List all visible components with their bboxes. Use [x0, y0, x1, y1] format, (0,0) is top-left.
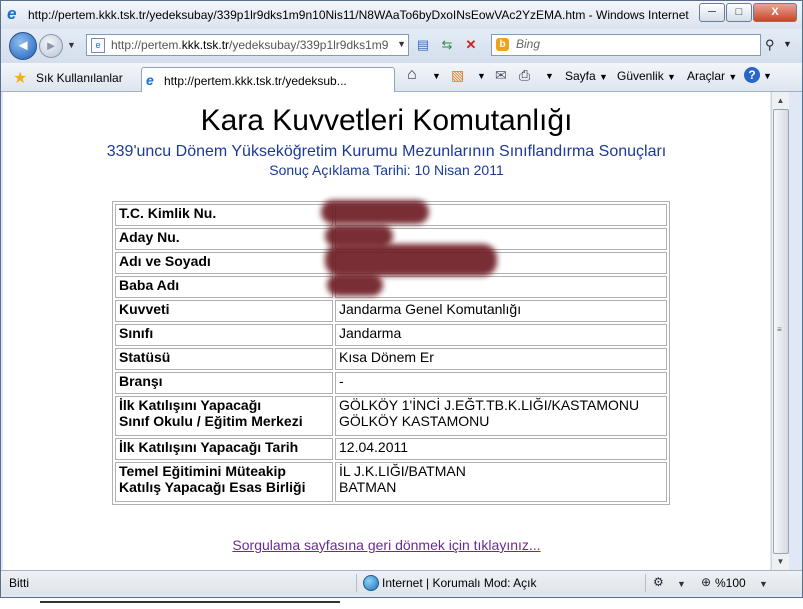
home-icon[interactable]: ⌂ [407, 66, 417, 84]
help-dropdown-icon[interactable]: ▼ [763, 71, 772, 81]
row-label: İlk Katılışını Yapacağı Sınıf Okulu / Eği… [115, 396, 333, 436]
search-icon[interactable]: ⚲ [765, 37, 775, 53]
address-dropdown-icon[interactable]: ▼ [397, 39, 406, 49]
table-row: Statüsü Kısa Dönem Er [115, 348, 667, 370]
title-bar: e http://pertem.kkk.tsk.tr/yedeksubay/33… [1, 1, 802, 29]
popup-blocker-icon[interactable]: ⚙ [653, 575, 664, 589]
mail-icon[interactable]: ✉ [495, 67, 507, 84]
back-button[interactable]: ◄ [9, 32, 37, 60]
redaction-mark [327, 274, 383, 296]
row-value: İL J.K.LIĞI/BATMAN BATMAN [335, 462, 667, 502]
table-row: Baba Adı [115, 276, 667, 298]
close-button[interactable]: X [753, 3, 797, 22]
window-title: http://pertem.kkk.tsk.tr/yedeksubay/339p… [28, 8, 693, 22]
desktop-edge [40, 601, 340, 603]
bing-icon: b [496, 38, 509, 51]
row-label: Sınıfı [115, 324, 333, 346]
row-value [335, 276, 667, 298]
feeds-icon[interactable]: ▧ [451, 67, 464, 84]
page-subtitle: 339'uncu Dönem Yükseköğretim Kurumu Mezu… [106, 143, 667, 160]
row-value: - [335, 372, 667, 394]
scroll-down-icon[interactable]: ▼ [772, 553, 789, 570]
print-dropdown-icon[interactable]: ▼ [545, 71, 554, 81]
redaction-mark [325, 244, 497, 276]
security-zone[interactable]: Internet | Korumalı Mod: Açık [382, 576, 537, 590]
table-row: İlk Katılışını Yapacağı Sınıf Okulu / Eği… [115, 396, 667, 436]
grip-icon: ≡ [777, 325, 782, 334]
maximize-button[interactable]: □ [726, 3, 752, 22]
forward-button[interactable]: ► [39, 34, 63, 58]
result-date: Sonuç Açıklama Tarihi: 10 Nisan 2011 [269, 162, 504, 178]
stop-icon[interactable]: ✕ [461, 35, 481, 55]
browser-window: e http://pertem.kkk.tsk.tr/yedeksubay/33… [0, 0, 803, 598]
tools-menu[interactable]: Araçlar ▼ [687, 69, 737, 83]
status-text: Bitti [9, 576, 30, 590]
back-to-query-link[interactable]: Sorgulama sayfasına geri dönmek için tık… [3, 537, 770, 553]
print-icon[interactable]: ⎙ [519, 67, 530, 84]
tab-title: http://pertem.kkk.tsk.tr/yedeksub... [164, 74, 347, 88]
feeds-dropdown-icon[interactable]: ▼ [477, 71, 486, 81]
favorites-button[interactable]: Sık Kullanılanlar [36, 71, 123, 85]
row-value: Jandarma Genel Komutanlığı [335, 300, 667, 322]
page-icon: e [91, 38, 105, 53]
status-bar: Bitti Internet | Korumalı Mod: Açık ⚙ ▼ … [1, 570, 802, 595]
row-label: Baba Adı [115, 276, 333, 298]
status-separator [645, 574, 646, 592]
favorites-star-icon[interactable]: ★ [13, 68, 27, 88]
safety-menu[interactable]: Güvenlik ▼ [617, 69, 676, 83]
tab-page-icon: e [146, 72, 154, 88]
table-row: Sınıfı Jandarma [115, 324, 667, 346]
row-label: Kuvveti [115, 300, 333, 322]
popup-dropdown-icon[interactable]: ▼ [677, 579, 686, 589]
favorites-bar: ★ Sık Kullanılanlar e http://pertem.kkk.… [1, 63, 802, 92]
row-value: GÖLKÖY 1'İNCİ J.EĞT.TB.K.LIĞI/KASTAMONU G… [335, 396, 667, 436]
home-dropdown-icon[interactable]: ▼ [432, 71, 441, 81]
search-options-dropdown[interactable]: ▼ [783, 39, 792, 49]
row-label: T.C. Kimlik Nu. [115, 204, 333, 226]
refresh-icon[interactable]: ⇆ [437, 35, 457, 55]
compatibility-view-icon[interactable]: ▤ [413, 35, 433, 55]
row-label: Adı ve Soyadı [115, 252, 333, 274]
address-bar[interactable]: e http://pertem.kkk.tsk.tr/yedeksubay/33… [86, 34, 409, 56]
row-value: Jandarma [335, 324, 667, 346]
page-content: Kara Kuvvetleri Komutanlığı 339'uncu Dön… [3, 92, 770, 570]
ie-logo-icon: e [7, 4, 17, 23]
zoom-icon[interactable]: ⊕ [701, 575, 711, 589]
page-title: Kara Kuvvetleri Komutanlığı [200, 104, 573, 137]
row-label: Branşı [115, 372, 333, 394]
table-row: Branşı - [115, 372, 667, 394]
vertical-scrollbar[interactable]: ▲ ≡ ▼ [771, 92, 789, 570]
table-row: İlk Katılışını Yapacağı Tarih 12.04.2011 [115, 438, 667, 460]
redaction-mark [321, 200, 429, 224]
page-menu[interactable]: Sayfa ▼ [565, 69, 608, 83]
table-row: Temel Eğitimini Müteakip Katılış Yapacağı… [115, 462, 667, 502]
status-separator [356, 574, 357, 592]
search-input[interactable]: Bing [516, 37, 540, 51]
table-row: Kuvveti Jandarma Genel Komutanlığı [115, 300, 667, 322]
help-icon[interactable]: ? [744, 67, 760, 83]
scroll-thumb[interactable]: ≡ [773, 109, 789, 554]
recent-pages-dropdown[interactable]: ▼ [67, 40, 76, 50]
scroll-up-icon[interactable]: ▲ [772, 92, 789, 109]
row-value: Kısa Dönem Er [335, 348, 667, 370]
minimize-button[interactable]: ─ [699, 3, 725, 22]
row-value: 12.04.2011 [335, 438, 667, 460]
search-box[interactable]: b Bing [491, 34, 761, 56]
row-label: İlk Katılışını Yapacağı Tarih [115, 438, 333, 460]
row-label: Statüsü [115, 348, 333, 370]
row-label: Temel Eğitimini Müteakip Katılış Yapacağı… [115, 462, 333, 502]
tab-current-page[interactable]: e http://pertem.kkk.tsk.tr/yedeksub... [141, 67, 395, 92]
zoom-dropdown-icon[interactable]: ▼ [759, 579, 768, 589]
internet-zone-icon [363, 575, 379, 591]
address-url[interactable]: http://pertem.kkk.tsk.tr/yedeksubay/339p… [111, 38, 391, 52]
row-label: Aday Nu. [115, 228, 333, 250]
navigation-bar: ◄ ► ▼ e http://pertem.kkk.tsk.tr/yedeksu… [1, 29, 802, 63]
zoom-level[interactable]: %100 [715, 576, 746, 590]
